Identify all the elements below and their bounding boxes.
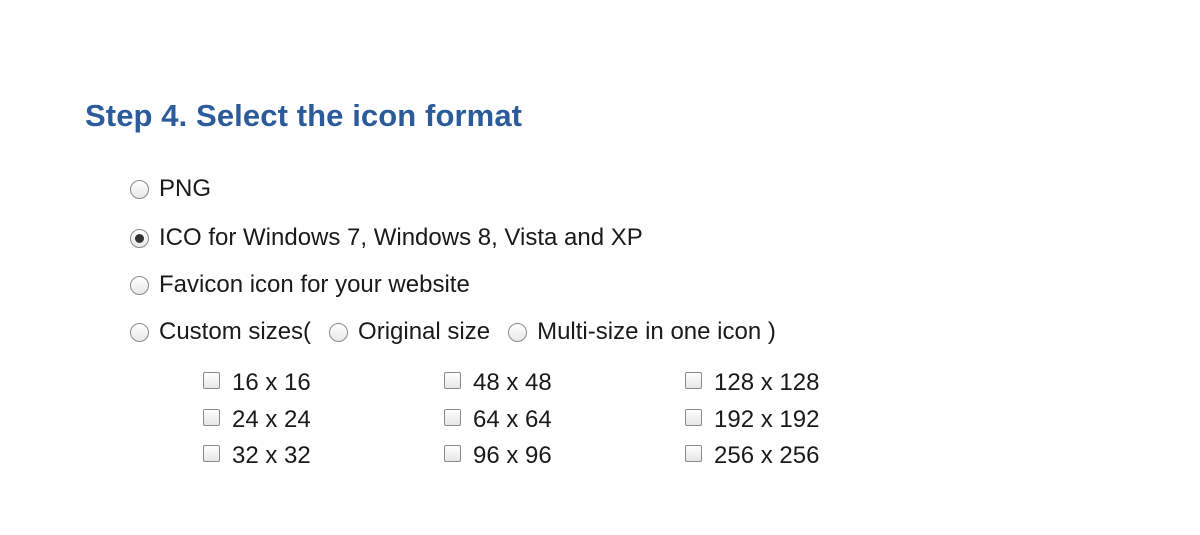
size-option-48[interactable]: 48 x 48 [444,368,552,398]
size-option-192[interactable]: 192 x 192 [685,405,819,435]
size-16-label: 16 x 16 [232,369,311,396]
favicon-label: Favicon icon for your website [159,271,470,298]
size-option-64[interactable]: 64 x 64 [444,405,552,435]
multi-size-label: Multi-size in one icon ) [537,318,776,345]
ico-radio[interactable] [130,228,149,248]
size-option-32[interactable]: 32 x 32 [203,441,311,471]
size-64-label: 64 x 64 [473,406,552,433]
multi-size-radio[interactable] [508,322,528,342]
custom-sizes-label: Custom sizes( [159,318,312,345]
size-96-checkbox[interactable] [444,444,461,462]
ico-label: ICO for Windows 7, Windows 8, Vista and … [159,224,643,251]
original-size-label: Original size [358,318,491,345]
format-option-png[interactable]: PNG [130,174,211,204]
size-48-checkbox[interactable] [444,371,461,389]
size-24-checkbox[interactable] [203,408,220,426]
size-option-16[interactable]: 16 x 16 [203,368,311,398]
custom-sizes-radio[interactable] [130,322,149,342]
size-48-label: 48 x 48 [473,369,552,396]
size-option-96[interactable]: 96 x 96 [444,441,552,471]
size-256-label: 256 x 256 [714,442,820,469]
favicon-radio[interactable] [130,275,149,295]
size-192-checkbox[interactable] [685,408,702,426]
size-option-128[interactable]: 128 x 128 [685,368,819,398]
size-32-checkbox[interactable] [203,444,220,462]
format-option-custom[interactable]: Custom sizes( Original size Multi-size i… [130,317,776,347]
size-64-checkbox[interactable] [444,408,461,426]
step-title: Step 4. Select the icon format [85,98,523,133]
png-radio[interactable] [130,179,149,199]
size-24-label: 24 x 24 [232,406,311,433]
size-32-label: 32 x 32 [232,442,311,469]
png-label: PNG [159,175,212,202]
size-16-checkbox[interactable] [203,371,220,389]
format-option-favicon[interactable]: Favicon icon for your website [130,270,470,300]
size-96-label: 96 x 96 [473,442,552,469]
size-128-label: 128 x 128 [714,369,820,396]
size-256-checkbox[interactable] [685,444,702,462]
original-size-radio[interactable] [329,322,349,342]
size-option-24[interactable]: 24 x 24 [203,405,311,435]
size-option-256[interactable]: 256 x 256 [685,441,819,471]
format-option-ico[interactable]: ICO for Windows 7, Windows 8, Vista and … [130,223,643,253]
size-192-label: 192 x 192 [714,406,820,433]
size-128-checkbox[interactable] [685,371,702,389]
